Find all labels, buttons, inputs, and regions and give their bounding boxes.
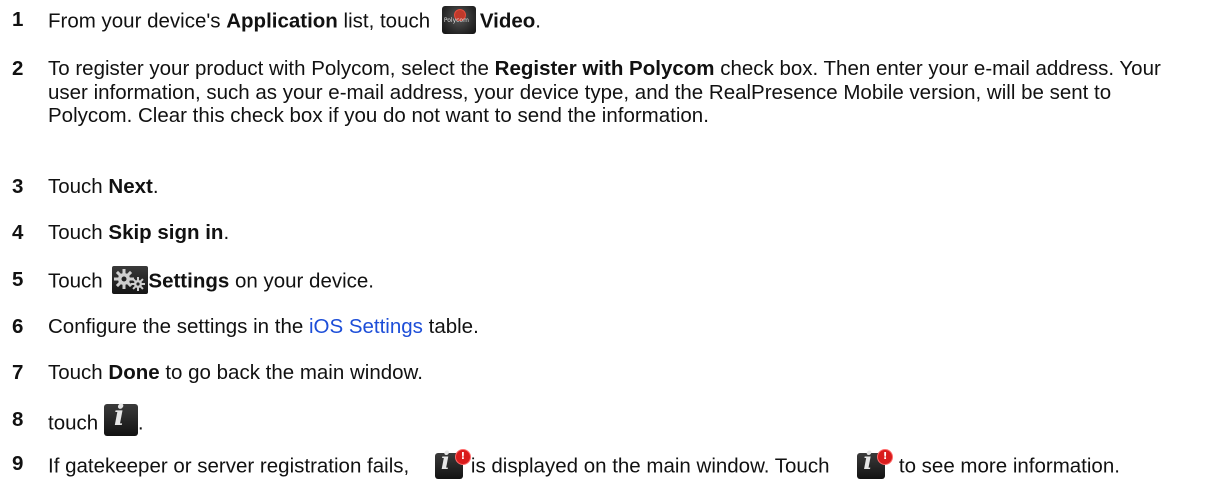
step-text: Configure the settings in the iOS Settin… (48, 315, 479, 338)
step-number: 3 (12, 175, 24, 198)
procedure-steps: 1 From your device's Application list, t… (0, 0, 1221, 497)
step-number: 6 (12, 315, 24, 338)
step-number: 5 (12, 268, 24, 291)
info-alert-icon: i! (434, 449, 471, 479)
step-text: touch i. (48, 399, 144, 436)
step-number: 9 (12, 452, 24, 475)
step-text: Touch Done to go back the main window. (48, 361, 423, 384)
info-alert-icon: i! (857, 449, 894, 479)
step-number: 1 (12, 8, 24, 31)
alert-badge: ! (454, 449, 471, 465)
info-icon: i (103, 402, 138, 436)
alert-badge: ! (877, 449, 894, 465)
step-text: From your device's Application list, tou… (48, 6, 1198, 36)
step-number: 7 (12, 361, 24, 384)
step-number: 2 (12, 57, 24, 80)
polycom-video-app-icon: Polycom (441, 6, 476, 34)
step-text: To register your product with Polycom, s… (48, 57, 1161, 127)
step-text: Touch Next. (48, 175, 159, 198)
step-number: 8 (12, 408, 24, 431)
step-text: Touch Skip sign in. (48, 221, 230, 244)
ios-settings-link[interactable]: iOS Settings (309, 315, 423, 338)
gear-icon (112, 266, 149, 294)
step-text: If gatekeeper or server registration fai… (48, 446, 1120, 479)
step-number: 4 (12, 221, 24, 244)
step-text: Touch Settings on your device. (48, 266, 1198, 296)
